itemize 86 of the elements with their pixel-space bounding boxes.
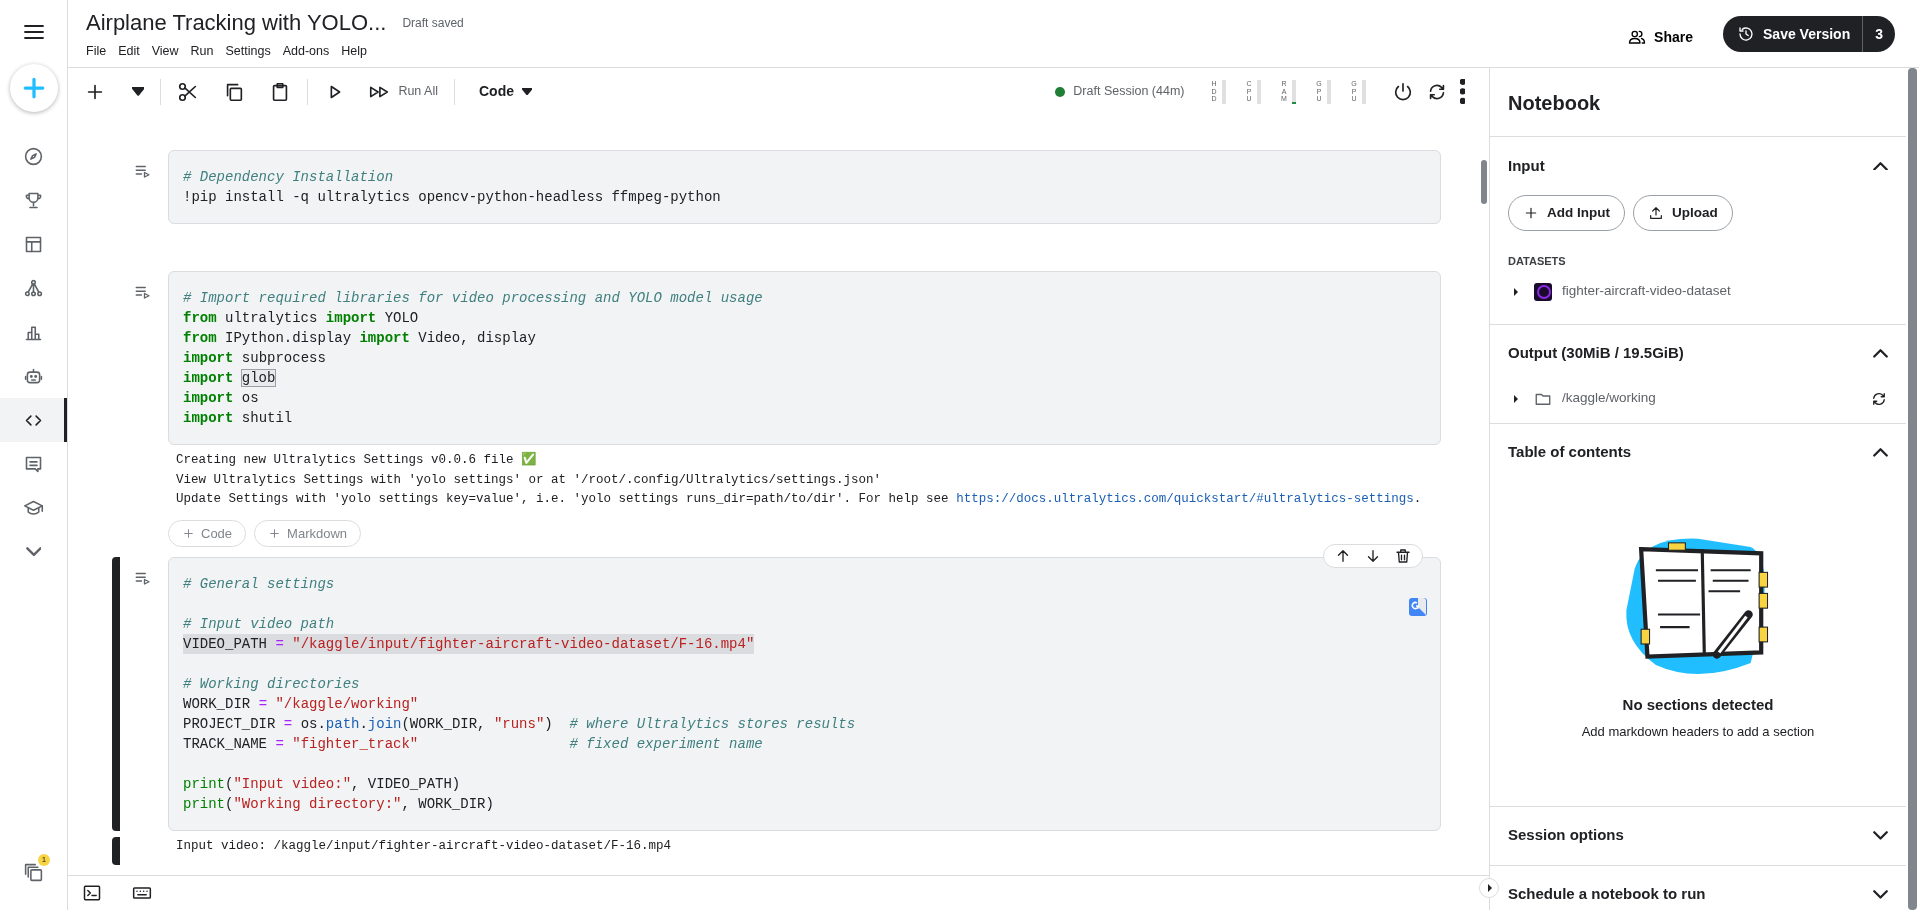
menu-item[interactable]: Edit [112,42,146,61]
share-button[interactable]: Share [1622,22,1700,52]
section-header[interactable]: Output (30MiB / 19.5GiB) [1508,324,1888,383]
dataset-name[interactable]: fighter-aircraft-video-dataset [1562,281,1731,302]
code-line: import glob [183,369,276,388]
chevron-down-icon [1873,890,1888,899]
output-text: Update Settings with 'yolo settings key=value', i.e. 'yolo settings runs_dir=path/to/dir'. For help see https://docs.ultralytics.com/quickstart/#ultralytics-settings. [176,491,1423,508]
output-text: View Ultralytics Settings with 'yolo settings' or at '/root/.config/Ultralytics/settings.json' [176,471,883,489]
chevron-down-icon [25,547,42,557]
trash-icon [1394,547,1412,565]
plus-icon [268,526,282,540]
people-icon [1628,28,1647,46]
upload-button[interactable]: Upload [1633,195,1733,231]
code-cell[interactable]: # Dependency Installation !pip install -q ultralytics opencv-python-headless ffmpeg-python [168,150,1441,224]
code-line: # Working directories [183,675,360,694]
group-label: DATASETS [1508,254,1567,269]
panel-title: Notebook [1507,91,1602,116]
code-line: print("Input video:", VIDEO_PATH) [183,775,461,794]
usage-meter [1291,79,1296,104]
empty-state-title: No sections detected [1621,694,1775,715]
section-header[interactable]: Input [1508,137,1888,195]
chevron-up-icon [1873,161,1888,171]
menu-item[interactable]: Add-ons [276,42,336,61]
network-icon [23,277,44,299]
menu-item[interactable]: Run [184,42,220,61]
chevron-up-icon [1873,448,1888,457]
code-line: TRACK_NAME = "fighter_track" # fixed experiment name [183,735,763,754]
code-line: import shutil [183,409,293,428]
code-cell[interactable] [168,557,1441,831]
history-icon [1737,25,1756,43]
chevron-up-icon [1873,349,1888,358]
plus-icon [1523,205,1539,221]
code-line: # Input video path [183,615,335,634]
code-line: import subprocess [183,349,326,368]
code-line: print("Working directory:", WORK_DIR) [183,795,494,814]
code-cell[interactable]: # Import required libraries for video processing and YOLO model usage from ultralytics import YOLO from IPython.display import Video, display import subprocess import glob import os import shutil [168,271,1441,445]
save-status: Draft saved [402,15,464,32]
translate-icon[interactable] [1408,596,1428,617]
menu-item[interactable]: Settings [219,42,277,61]
save-version-button[interactable]: Save Version 3 [1723,16,1895,52]
code-line: from ultralytics import YOLO [183,309,419,328]
output-text: Creating new Ultralytics Settings v0.0.6 file ✅ [176,451,539,469]
code-line: WORK_DIR = "/kaggle/working" [183,695,419,714]
caret-icon [522,88,533,95]
scrollbar-thumb[interactable] [1481,160,1487,204]
code-line: # General settings [183,575,335,594]
menu-item[interactable]: Help [335,42,373,61]
add-cell-button[interactable]: Markdown [254,519,362,547]
compass-icon [23,145,44,167]
code-line: import os [183,389,259,408]
chevron-down-icon [1873,831,1888,840]
scrollbar-thumb[interactable] [1908,68,1917,910]
plus-icon [182,526,195,540]
output-text: Input video: /kaggle/input/fighter-aircraft-video-dataset/F-16.mp4 [176,838,673,855]
sidebar-item[interactable] [0,398,67,442]
selection-bar [112,837,120,865]
section-header[interactable]: Session options [1508,806,1888,865]
docs-link[interactable]: https://docs.ultralytics.com/quickstart/#ultralytics-settings [956,492,1414,506]
dataset-thumbnail-icon [1534,282,1552,301]
cell-type-dropdown[interactable]: Code [473,77,539,106]
menu-item[interactable]: View [145,42,185,61]
folder-name[interactable]: /kaggle/working [1562,388,1860,409]
code-line: # Dependency Installation [183,168,394,187]
collapse-panel-button[interactable] [1479,878,1499,898]
session-status: Draft Session (44m) [1073,83,1185,101]
expand-icon[interactable] [1514,394,1518,403]
code-line: !pip install -q ultralytics opencv-python-headless ffmpeg-python [183,188,721,207]
empty-state-text: Add markdown headers to add a section [1580,723,1816,741]
section-header[interactable]: Table of contents [1508,423,1888,482]
code-line: # Import required libraries for video processing and YOLO model usage [183,289,763,308]
code-line: PROJECT_DIR = os.path.join(WORK_DIR, "runs") # where Ultralytics stores results [183,715,856,734]
expand-icon[interactable] [1514,287,1518,296]
section-header[interactable]: Schedule a notebook to run [1508,865,1888,910]
more-icon [1459,79,1465,104]
add-input-button[interactable]: Add Input [1508,195,1625,231]
caret-icon [132,87,145,96]
notification-badge: 1 [38,854,50,866]
layers-icon [23,861,44,883]
sidebar-item[interactable]: 1 [0,850,67,894]
notebook-title[interactable]: Airplane Tracking with YOLO... [86,6,387,39]
terminal-icon [82,883,102,903]
upload-icon [1648,205,1664,221]
add-cell-button[interactable]: Code [168,519,247,547]
menu-item[interactable]: File [80,42,113,61]
code-line: from IPython.display import Video, display [183,329,536,348]
run-all-button[interactable]: Run All [362,76,444,107]
